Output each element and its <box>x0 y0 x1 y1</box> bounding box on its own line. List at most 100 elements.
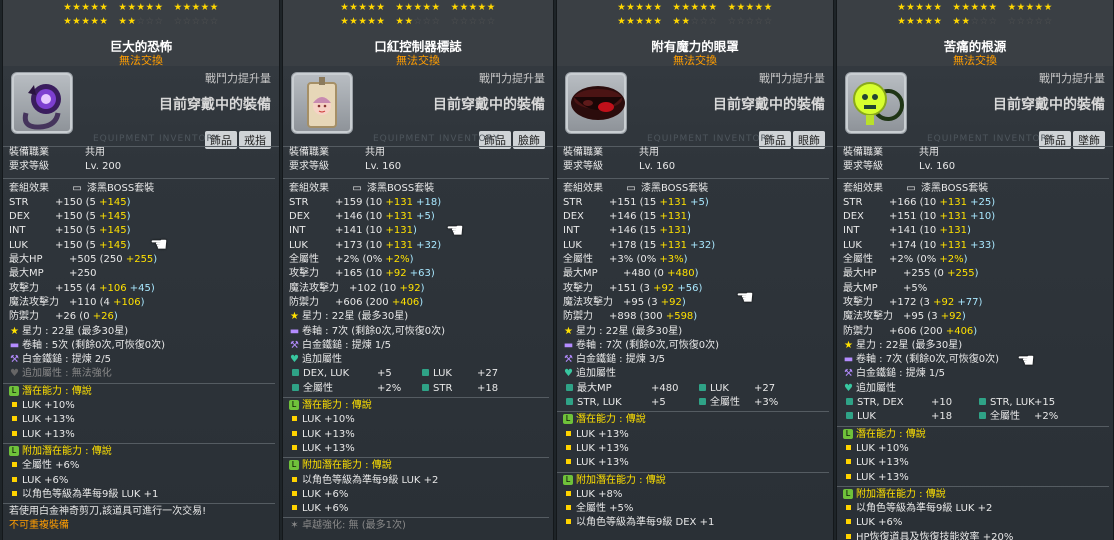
stat-row: 最大MP +250 <box>9 267 275 281</box>
stat-row: 魔法攻擊力 +110 (4 +106) <box>9 296 275 310</box>
additional-options-row: ♥ 追加屬性 : 無法強化 <box>9 367 275 381</box>
stat-flame-bonus: +33) <box>966 239 996 251</box>
bonus-potential-line: LUK +6% <box>843 516 1109 530</box>
flame-bullet-icon <box>846 412 853 420</box>
stat-row: DEX +151 (10 +131 +10) <box>843 210 1109 224</box>
stat-total: +3% <box>609 254 634 266</box>
flame-cell: 全屬性 +3% <box>696 396 829 410</box>
stat-row: STR +151 (15 +131 +5) <box>563 196 829 210</box>
stat-flame-bonus: ) <box>126 211 131 223</box>
stat-starforce-bonus: +145 <box>99 196 127 208</box>
stat-total: +95 <box>623 296 645 308</box>
divider <box>3 503 275 505</box>
stat-name: LUK <box>9 239 28 251</box>
job-label: 裝備職業 <box>289 147 329 158</box>
divider <box>283 397 549 399</box>
star-rating-row: ★★★★★ ★★☆☆☆ ☆☆☆☆☆ <box>557 17 833 27</box>
hammer-row: ⚒ 白金鐵鎚 : 提煉 2/5 <box>9 353 275 367</box>
bullet-icon <box>292 444 297 450</box>
potential-line: LUK +13% <box>9 428 275 442</box>
stat-base: (10 <box>365 268 386 280</box>
stat-flame-bonus: ) <box>961 311 966 323</box>
stat-row: 防禦力 +606 (200 +406) <box>843 325 1109 339</box>
stat-starforce-bonus: +92 <box>660 296 682 308</box>
stat-starforce-bonus: +131 <box>659 211 687 223</box>
stat-row: INT +141 (10 +131) <box>289 224 549 238</box>
hammer-icon: ⚒ <box>844 368 853 380</box>
flame-value: +18 <box>931 411 953 423</box>
stat-starforce-bonus: +131 <box>939 211 967 223</box>
bonus-potential-title-text: 附加潛在能力 : 傳說 <box>576 474 666 486</box>
stat-total: +150 <box>55 211 83 223</box>
footer-note-2: 不可重複裝備 <box>9 519 275 533</box>
bullet-icon <box>12 416 17 422</box>
stat-base: (3 <box>639 282 654 294</box>
untradeable-label: 無法交換 <box>119 54 163 67</box>
potential-text: LUK +10% <box>302 414 355 426</box>
stat-row: 最大MP +480 (0 +480) <box>563 267 829 281</box>
bonus-potential-line: HP恢復道具及恢復技能效率 +20% <box>843 531 1109 540</box>
bullet-icon <box>292 505 297 511</box>
stat-total: +151 <box>889 211 917 223</box>
potential-text: LUK +13% <box>22 414 75 426</box>
footer-text: 若使用白金神奇剪刀,該道具可進行一次交易! <box>9 506 207 518</box>
bonus-potential-line: LUK +6% <box>289 502 549 516</box>
required-level-row: 要求等級 Lv. 160 <box>289 160 549 174</box>
bullet-icon <box>292 490 297 496</box>
legendary-badge-icon: L <box>563 414 573 425</box>
set-effect-row: 套組效果 ▭ 漆黑BOSS套裝 <box>9 182 275 196</box>
bullet-icon <box>12 476 17 482</box>
stat-total: +2% <box>889 254 914 266</box>
stat-flame-bonus: ) <box>412 225 417 237</box>
flame-value: +5 <box>377 368 392 380</box>
flame-bullet-icon <box>979 398 986 406</box>
stat-flame-bonus: +32) <box>686 239 716 251</box>
star-group: ★★★★★ <box>952 2 998 13</box>
star-group: ★★☆☆☆ <box>118 16 164 27</box>
stat-starforce-bonus: +92 <box>653 282 675 294</box>
legendary-badge-icon: L <box>563 474 573 485</box>
potential-line: LUK +10% <box>289 413 549 427</box>
star-force-text: 星力 : 22星 (最多30星) <box>576 325 683 337</box>
item-icon <box>11 72 73 134</box>
set-name: 漆黑BOSS套裝 <box>921 182 989 194</box>
stat-base: (10 <box>919 239 940 251</box>
star-group: ★★★★★ <box>1007 2 1053 13</box>
divider <box>283 517 549 519</box>
star-group: ★★★★★ <box>63 2 109 13</box>
hammer-icon: ⚒ <box>10 354 19 366</box>
potential-text: LUK +10% <box>856 442 909 454</box>
star-group: ☆☆☆☆☆ <box>173 16 219 27</box>
stat-row: 防禦力 +26 (0 +26) <box>9 310 275 324</box>
stat-total: +606 <box>889 325 917 337</box>
stat-flame-bonus: ) <box>126 196 131 208</box>
set-info-icon: ▭ <box>906 182 916 194</box>
stat-starforce-bonus: +255 <box>947 268 975 280</box>
star-group: ★★★★★ <box>672 2 718 13</box>
bullet-icon <box>846 444 851 450</box>
item-image <box>307 77 337 128</box>
stat-name: DEX <box>843 211 864 223</box>
equipment-inventory-watermark: EQUIPMENT INVENTORY <box>373 134 500 144</box>
stat-total: +95 <box>903 311 925 323</box>
star-group: ★★★★★ <box>395 2 441 13</box>
bullet-icon <box>566 519 571 525</box>
stat-base: (10 <box>919 225 940 237</box>
flame-value: +2% <box>1034 411 1059 423</box>
potential-text: LUK +10% <box>22 400 75 412</box>
stat-total: +146 <box>609 225 637 237</box>
flame-row: DEX, LUK +5 LUK +27 <box>289 367 549 381</box>
hammer-row: ⚒ 白金鐵鎚 : 提煉 1/5 <box>289 339 549 353</box>
star-rating-row: ★★★★★ ★★★★★ ★★★★★ <box>283 3 553 13</box>
scroll-text: 卷軸 : 7次 (剩餘0次,可恢復0次) <box>856 354 999 366</box>
stat-flame-bonus: ) <box>126 239 131 251</box>
flame-value: +2% <box>377 382 402 394</box>
stat-base: (0 <box>653 268 668 280</box>
divider <box>837 425 1109 427</box>
hammer-icon: ⚒ <box>564 354 573 366</box>
stat-starforce-bonus: +131 <box>659 225 687 237</box>
bonus-potential-title: L 附加潛在能力 : 傳說 <box>9 445 275 459</box>
stat-flame-bonus: +77) <box>954 296 983 308</box>
job-label: 裝備職業 <box>563 147 603 158</box>
stat-total: +146 <box>609 211 637 223</box>
